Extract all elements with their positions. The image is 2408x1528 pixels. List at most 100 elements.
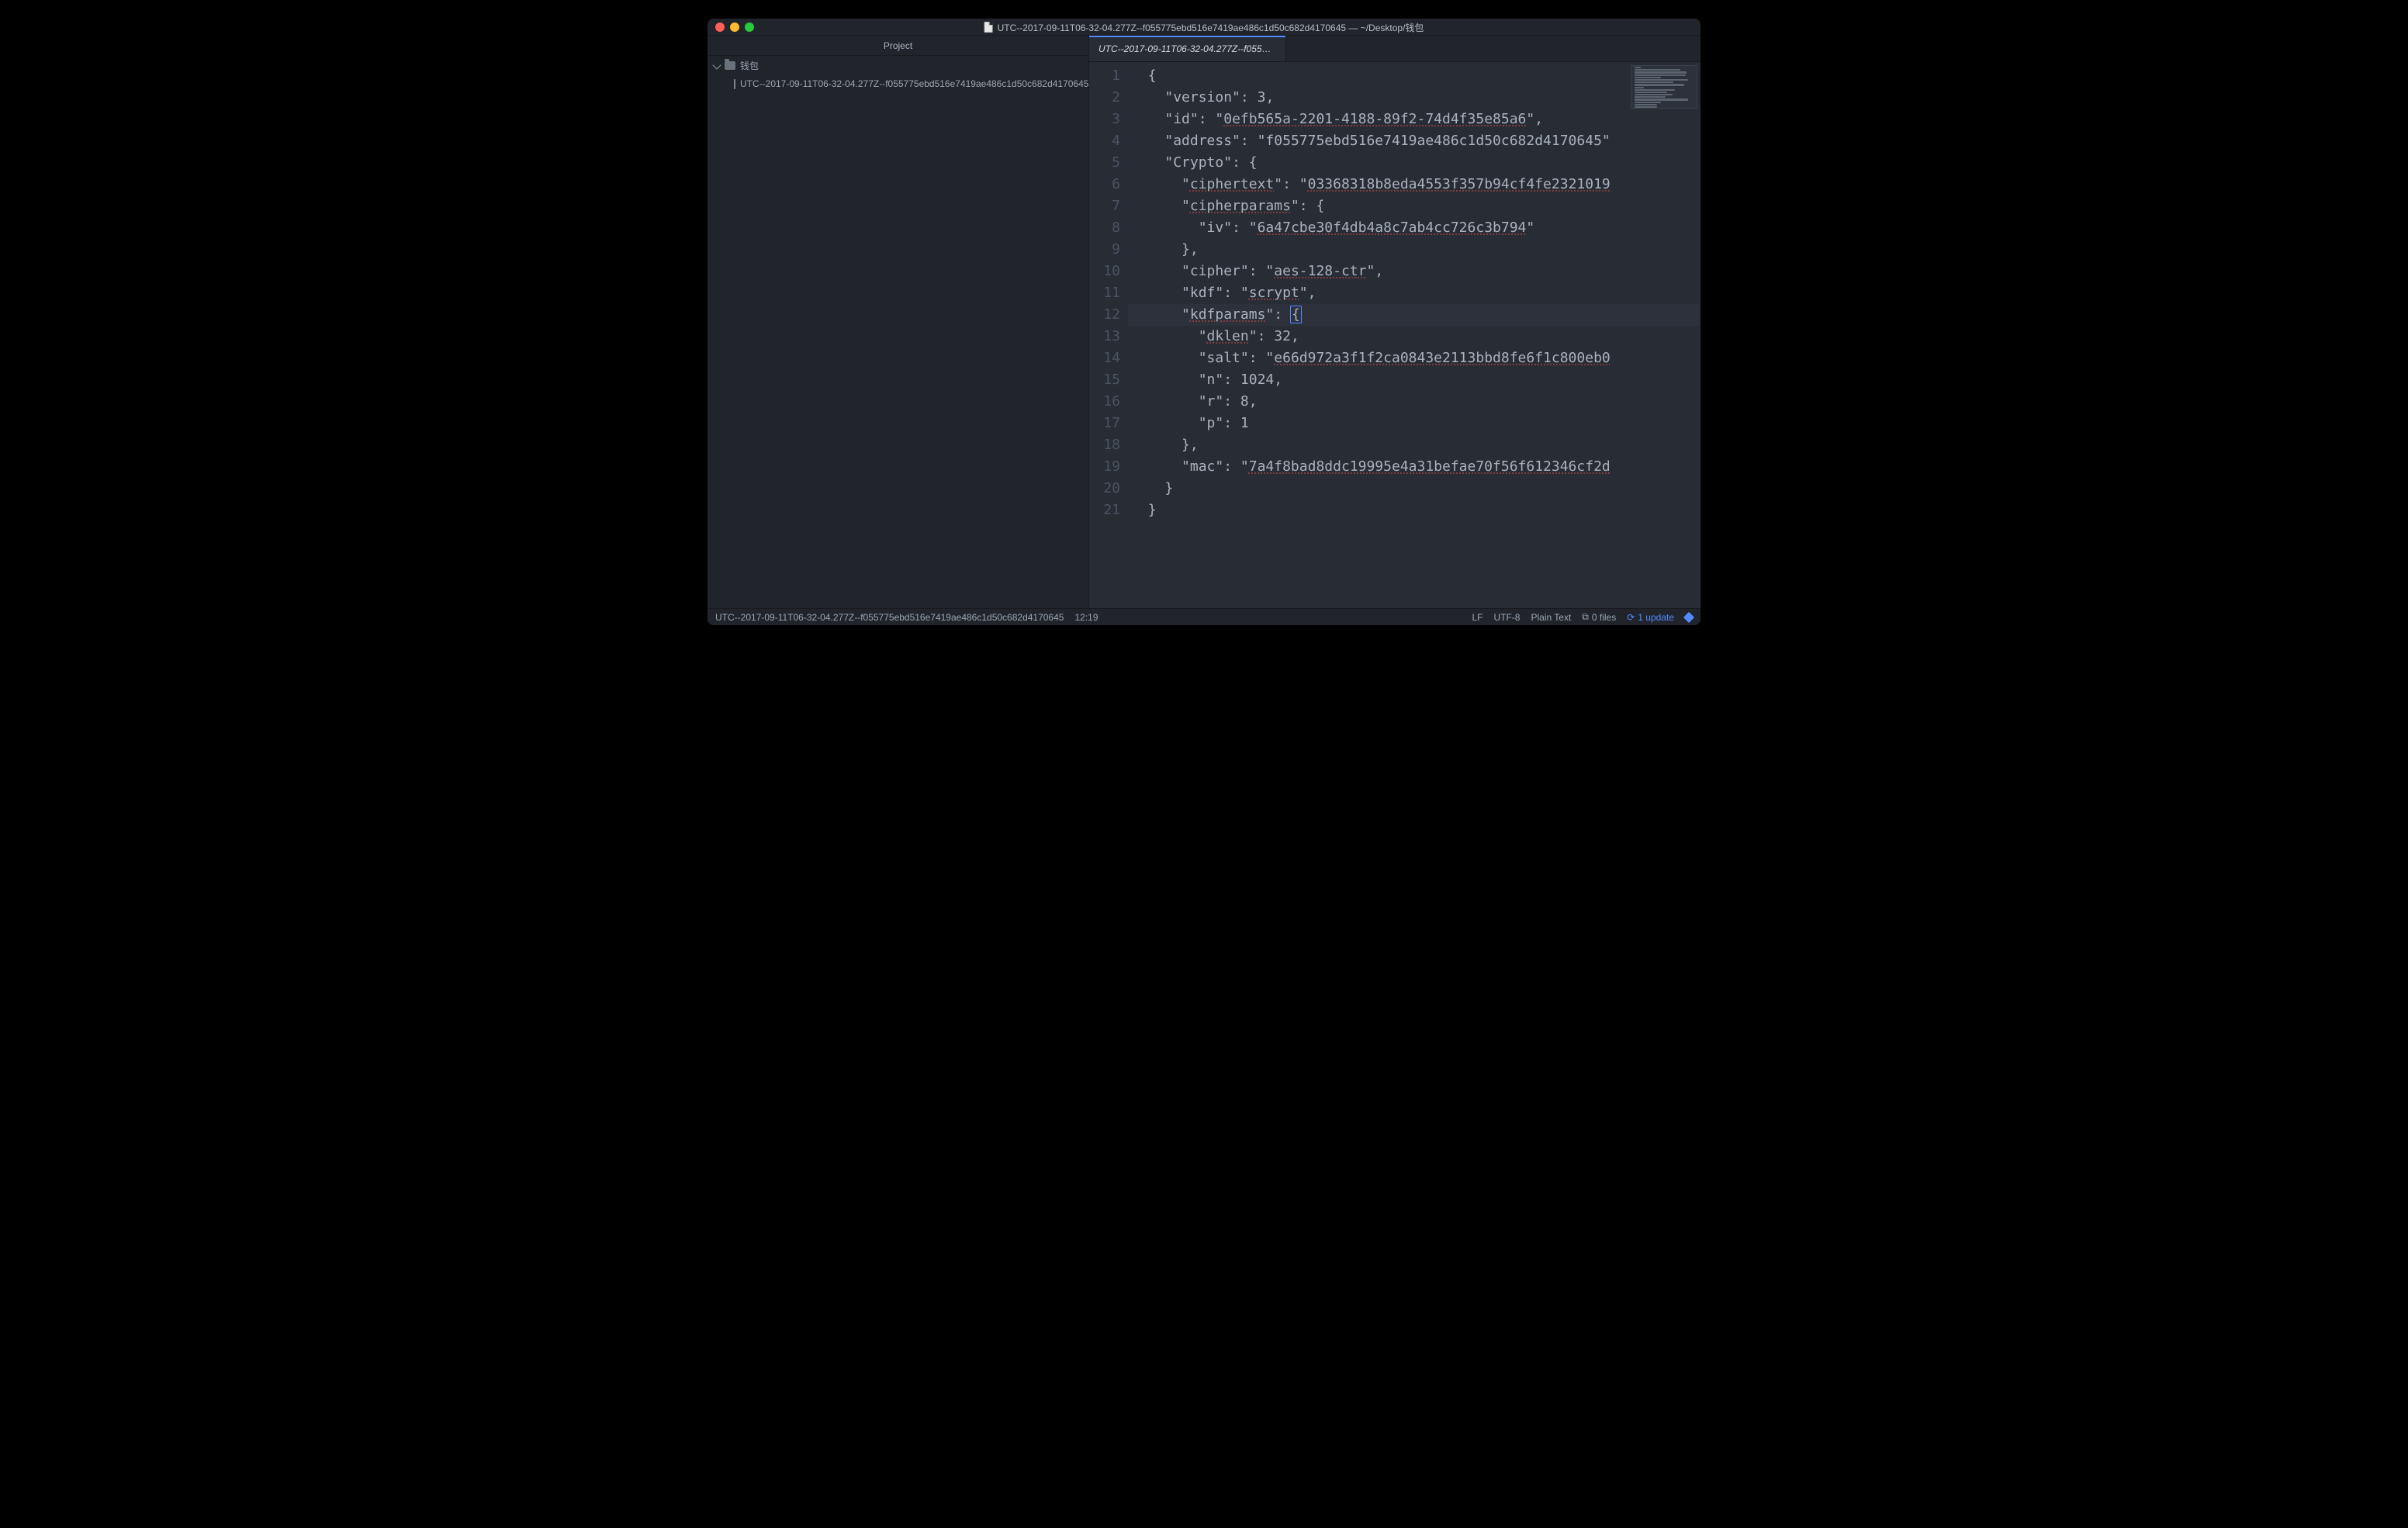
code-token: "	[1265, 263, 1274, 279]
code-token: 8	[1240, 393, 1249, 410]
code-token: "	[1182, 306, 1190, 323]
code-token: "mac"	[1182, 458, 1223, 475]
code-token: ,	[1375, 263, 1383, 279]
code-line[interactable]: "ciphertext": "03368318b8eda4553f357b94c…	[1128, 174, 1700, 195]
code-area[interactable]: 123456789101112131415161718192021 { "ver…	[1089, 62, 1700, 608]
folder-label: 钱包	[740, 59, 759, 72]
code-token: ,	[1308, 285, 1316, 301]
git-icon[interactable]	[1683, 611, 1694, 622]
code-line[interactable]: }	[1128, 478, 1700, 500]
file-label: UTC--2017-09-11T06-32-04.277Z--f055775eb…	[740, 78, 1088, 89]
code-token: "	[1240, 285, 1249, 301]
code-line[interactable]: "cipherparams": {	[1128, 195, 1700, 217]
code-line[interactable]: "r": 8,	[1128, 391, 1700, 413]
tabbar: UTC--2017-09-11T06-32-04.277Z--f055…	[1089, 36, 1700, 62]
code-line[interactable]: "mac": "7a4f8bad8ddc19995e4a31befae70f56…	[1128, 456, 1700, 478]
gutter-line-number: 7	[1089, 195, 1120, 217]
code-token: :	[1240, 133, 1258, 149]
code-token: "id"	[1164, 111, 1198, 127]
file-icon	[984, 22, 993, 33]
status-eol[interactable]: LF	[1472, 612, 1483, 623]
tree-file[interactable]: UTC--2017-09-11T06-32-04.277Z--f055775eb…	[708, 74, 1088, 93]
gutter-line-number: 3	[1089, 109, 1120, 130]
body: Project 钱包 UTC--2017-09-11T06-32-04.277Z…	[708, 36, 1700, 608]
gutter-line-number: 1	[1089, 65, 1120, 87]
code-line[interactable]: }	[1128, 500, 1700, 521]
code-line[interactable]: "n": 1024,	[1128, 369, 1700, 391]
code-token: :	[1249, 350, 1266, 366]
code-token: "iv"	[1199, 220, 1232, 236]
code-token: "	[1366, 263, 1375, 279]
code-token: "	[1265, 306, 1274, 323]
gutter-line-number: 11	[1089, 282, 1120, 304]
code-line[interactable]: },	[1128, 239, 1700, 261]
gutter-line-number: 6	[1089, 174, 1120, 195]
code-line[interactable]: "p": 1	[1128, 413, 1700, 434]
gutter-line-number: 21	[1089, 500, 1120, 521]
project-sidebar: Project 钱包 UTC--2017-09-11T06-32-04.277Z…	[708, 36, 1089, 608]
code-line[interactable]: {	[1128, 65, 1700, 87]
code-content[interactable]: { "version": 3, "id": "0efb565a-2201-418…	[1128, 62, 1700, 608]
code-line[interactable]: "address": "f055775ebd516e7419ae486c1d50…	[1128, 130, 1700, 152]
status-syntax[interactable]: Plain Text	[1531, 612, 1571, 623]
tree-folder[interactable]: 钱包	[708, 56, 1088, 74]
code-token: }	[1164, 480, 1173, 496]
code-line[interactable]: "dklen": 32,	[1128, 326, 1700, 347]
folder-icon	[725, 61, 735, 70]
update-icon: ⟳	[1627, 612, 1635, 623]
code-token: "Crypto"	[1164, 154, 1232, 171]
status-update[interactable]: ⟳ 1 update	[1627, 612, 1674, 623]
code-line[interactable]: "id": "0efb565a-2201-4188-89f2-74d4f35e8…	[1128, 109, 1700, 130]
document-icon	[734, 79, 735, 89]
code-line[interactable]: "iv": "6a47cbe30f4db4a8c7ab4cc726c3b794"	[1128, 217, 1700, 239]
code-token: :	[1282, 176, 1299, 192]
window-zoom-button[interactable]	[745, 22, 754, 32]
code-token: 3	[1258, 89, 1266, 105]
code-line[interactable]: "cipher": "aes-128-ctr",	[1128, 261, 1700, 282]
window-minimize-button[interactable]	[730, 22, 739, 32]
code-token: scrypt	[1249, 285, 1299, 301]
gutter-line-number: 4	[1089, 130, 1120, 152]
project-tree[interactable]: 钱包 UTC--2017-09-11T06-32-04.277Z--f05577…	[708, 56, 1088, 93]
code-token: 1024	[1240, 372, 1274, 388]
code-token: {	[1290, 306, 1302, 323]
code-token: 32	[1274, 328, 1291, 344]
code-line[interactable]: "kdf": "scrypt",	[1128, 282, 1700, 304]
code-token: ,	[1291, 328, 1299, 344]
gutter-line-number: 8	[1089, 217, 1120, 239]
code-token: ,	[1274, 372, 1282, 388]
code-token: :	[1223, 393, 1240, 410]
status-encoding[interactable]: UTF-8	[1493, 612, 1520, 623]
window-close-button[interactable]	[715, 22, 725, 32]
status-files[interactable]: ⧉ 0 files	[1582, 611, 1616, 623]
code-token: ciphertext	[1190, 176, 1274, 192]
code-token: 6a47cbe30f4db4a8c7ab4cc726c3b794	[1258, 220, 1527, 236]
code-token: "salt"	[1199, 350, 1249, 366]
code-token: "	[1249, 328, 1258, 344]
window-title-text: UTC--2017-09-11T06-32-04.277Z--f055775eb…	[998, 21, 1424, 34]
tab-label: UTC--2017-09-11T06-32-04.277Z--f055…	[1098, 43, 1271, 54]
code-line[interactable]: "version": 3,	[1128, 87, 1700, 109]
code-line[interactable]: "Crypto": {	[1128, 152, 1700, 174]
code-token: :	[1249, 263, 1266, 279]
code-token: "p"	[1199, 415, 1224, 431]
window-title: UTC--2017-09-11T06-32-04.277Z--f055775eb…	[984, 19, 1424, 36]
code-token: :	[1232, 220, 1249, 236]
editor-tab[interactable]: UTC--2017-09-11T06-32-04.277Z--f055…	[1089, 36, 1286, 61]
code-token: :	[1258, 328, 1275, 344]
code-token: :	[1223, 372, 1240, 388]
code-token: "	[1240, 458, 1249, 475]
code-token: "	[1265, 350, 1274, 366]
status-bar: UTC--2017-09-11T06-32-04.277Z--f055775eb…	[708, 608, 1700, 625]
code-token: ,	[1265, 89, 1274, 105]
code-token: "version"	[1164, 89, 1240, 105]
code-line[interactable]: "kdfparams": {	[1128, 304, 1700, 326]
status-path[interactable]: UTC--2017-09-11T06-32-04.277Z--f055775eb…	[715, 612, 1064, 623]
code-line[interactable]: "salt": "e66d972a3f1f2ca0843e2113bbd8fe6…	[1128, 347, 1700, 369]
code-token: "	[1215, 111, 1223, 127]
gutter-line-number: 14	[1089, 347, 1120, 369]
code-token: ,	[1249, 393, 1258, 410]
code-token: cipherparams	[1190, 198, 1291, 214]
status-cursor[interactable]: 12:19	[1074, 612, 1098, 623]
code-line[interactable]: },	[1128, 434, 1700, 456]
